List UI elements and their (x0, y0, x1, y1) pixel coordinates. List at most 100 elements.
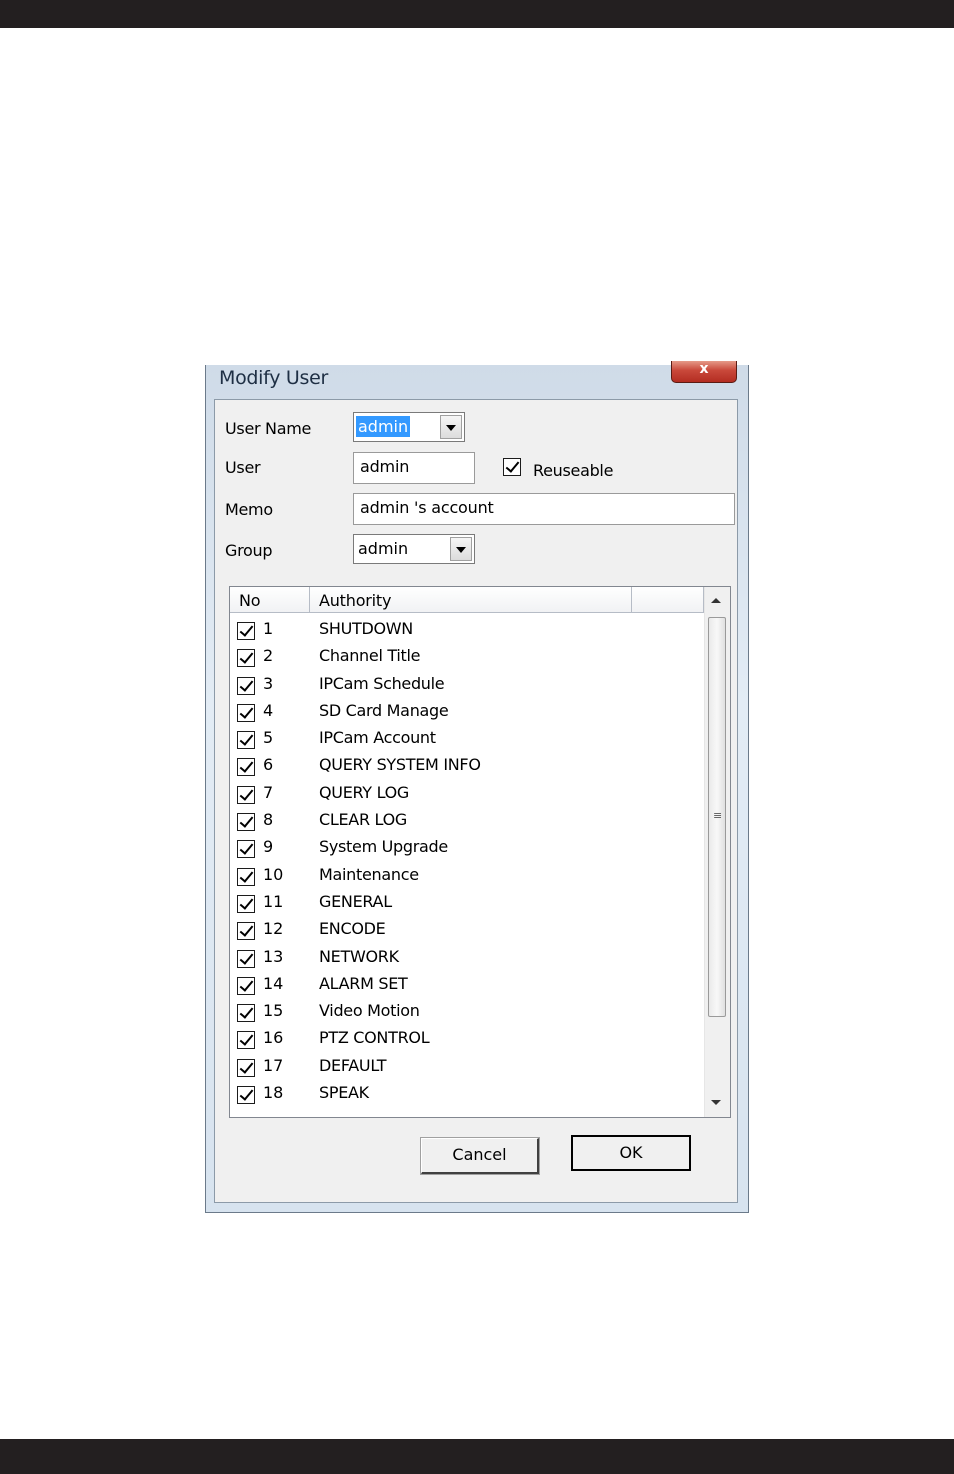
user-label: User (225, 458, 261, 477)
authority-name: PTZ CONTROL (319, 1028, 430, 1048)
user-name-label: User Name (225, 419, 312, 438)
scroll-thumb[interactable]: ≡ (708, 617, 726, 1017)
user-name-select[interactable]: admin (353, 412, 465, 442)
authority-checkbox[interactable] (237, 1058, 255, 1077)
row-number: 8 (263, 810, 274, 830)
vertical-scrollbar[interactable]: ≡ (704, 587, 730, 1117)
list-item[interactable]: 7 QUERY LOG (230, 777, 704, 804)
row-number: 14 (263, 973, 284, 993)
memo-label: Memo (225, 500, 273, 519)
authority-checkbox[interactable] (237, 976, 255, 995)
dialog-title: Modify User (219, 367, 329, 389)
authority-checkbox[interactable] (237, 758, 255, 777)
close-icon: x (699, 361, 709, 377)
list-item[interactable]: 12 ENCODE (230, 913, 704, 941)
list-item[interactable]: 17 DEFAULT (230, 1050, 704, 1077)
authority-checkbox[interactable] (237, 649, 255, 668)
list-item[interactable]: 3 IPCam Schedule (230, 668, 704, 695)
page-footer-bar (0, 1439, 954, 1474)
column-header-authority[interactable]: Authority (310, 587, 632, 613)
authority-name: IPCam Schedule (319, 673, 445, 693)
cancel-button[interactable]: Cancel (420, 1137, 540, 1175)
row-number: 4 (263, 700, 274, 720)
authority-checkbox[interactable] (237, 840, 255, 859)
authority-checkbox[interactable] (237, 894, 255, 913)
row-number: 6 (263, 755, 274, 775)
list-item[interactable]: 16 PTZ CONTROL (230, 1022, 704, 1050)
row-number: 2 (263, 646, 274, 666)
column-header-extra[interactable] (632, 587, 704, 613)
authority-name: SPEAK (319, 1083, 369, 1103)
authority-name: NETWORK (319, 946, 399, 966)
close-button[interactable]: x (671, 361, 737, 383)
authority-name: System Upgrade (319, 837, 448, 857)
group-label: Group (225, 541, 273, 560)
row-number: 18 (263, 1083, 284, 1103)
list-item[interactable]: 13 NETWORK (230, 941, 704, 968)
list-item[interactable]: 10 Maintenance (230, 859, 704, 886)
user-name-value: admin (356, 416, 411, 437)
list-item[interactable]: 2 Channel Title (230, 640, 704, 668)
grip-icon: ≡ (713, 809, 723, 822)
authority-checkbox[interactable] (237, 703, 255, 722)
column-header-no[interactable]: No (230, 587, 310, 613)
list-item[interactable]: 5 IPCam Account (230, 722, 704, 750)
memo-field[interactable]: admin 's account (353, 493, 735, 525)
authority-checkbox[interactable] (237, 949, 255, 968)
authority-list: No Authority 1 SHUTDOWN 2 Channel Title 3 IPC… (229, 586, 731, 1118)
authority-checkbox[interactable] (237, 622, 255, 640)
list-item[interactable]: 4 SD Card Manage (230, 695, 704, 722)
chevron-down-icon[interactable] (450, 537, 472, 561)
list-item[interactable]: 18 SPEAK (230, 1077, 704, 1105)
authority-name: ENCODE (319, 919, 386, 939)
modify-user-dialog: Modify User x User Name admin User admin… (205, 361, 749, 1213)
row-number: 1 (263, 619, 274, 638)
authority-name: CLEAR LOG (319, 810, 407, 830)
row-number: 9 (263, 837, 274, 857)
authority-checkbox[interactable] (237, 676, 255, 695)
authority-name: IPCam Account (319, 728, 436, 748)
scroll-down-icon[interactable] (711, 1100, 721, 1105)
authority-name: Channel Title (319, 646, 421, 666)
authority-checkbox[interactable] (237, 785, 255, 804)
list-item[interactable]: 11 GENERAL (230, 886, 704, 913)
page-header-bar (0, 0, 954, 28)
authority-name: GENERAL (319, 891, 392, 911)
authority-name: Maintenance (319, 864, 419, 884)
user-value: admin (360, 457, 410, 476)
group-select[interactable]: admin (353, 534, 475, 564)
authority-name: DEFAULT (319, 1055, 387, 1075)
ok-button[interactable]: OK (571, 1135, 691, 1171)
user-field[interactable]: admin (353, 452, 475, 484)
row-number: 15 (263, 1001, 284, 1021)
chevron-down-icon[interactable] (440, 415, 462, 439)
group-value: admin (358, 539, 409, 558)
row-number: 5 (263, 728, 274, 748)
authority-name: QUERY LOG (319, 782, 410, 802)
row-number: 10 (263, 864, 284, 884)
list-item[interactable]: 14 ALARM SET (230, 968, 704, 995)
list-item[interactable]: 1 SHUTDOWN (230, 613, 704, 640)
scroll-up-icon[interactable] (711, 598, 721, 603)
row-number: 12 (263, 919, 284, 939)
authority-rows: 1 SHUTDOWN 2 Channel Title 3 IPCam Schedule 4 S… (230, 613, 704, 1117)
authority-checkbox[interactable] (237, 1004, 255, 1023)
list-item[interactable]: 8 CLEAR LOG (230, 804, 704, 832)
row-number: 17 (263, 1055, 284, 1075)
list-item[interactable]: 6 QUERY SYSTEM INFO (230, 749, 704, 777)
row-number: 7 (263, 782, 274, 802)
authority-name: SD Card Manage (319, 700, 449, 720)
authority-checkbox[interactable] (237, 867, 255, 886)
authority-checkbox[interactable] (237, 731, 255, 750)
authority-checkbox[interactable] (237, 922, 255, 941)
row-number: 11 (263, 891, 284, 911)
authority-checkbox[interactable] (237, 1031, 255, 1050)
row-number: 3 (263, 673, 274, 693)
authority-checkbox[interactable] (237, 813, 255, 832)
list-item[interactable]: 9 System Upgrade (230, 831, 704, 859)
dialog-client-area: User Name admin User admin Reuseable Mem… (214, 399, 738, 1203)
authority-name: Video Motion (319, 1001, 420, 1021)
reuseable-checkbox[interactable] (503, 458, 521, 476)
list-item[interactable]: 15 Video Motion (230, 995, 704, 1023)
authority-checkbox[interactable] (237, 1086, 255, 1105)
